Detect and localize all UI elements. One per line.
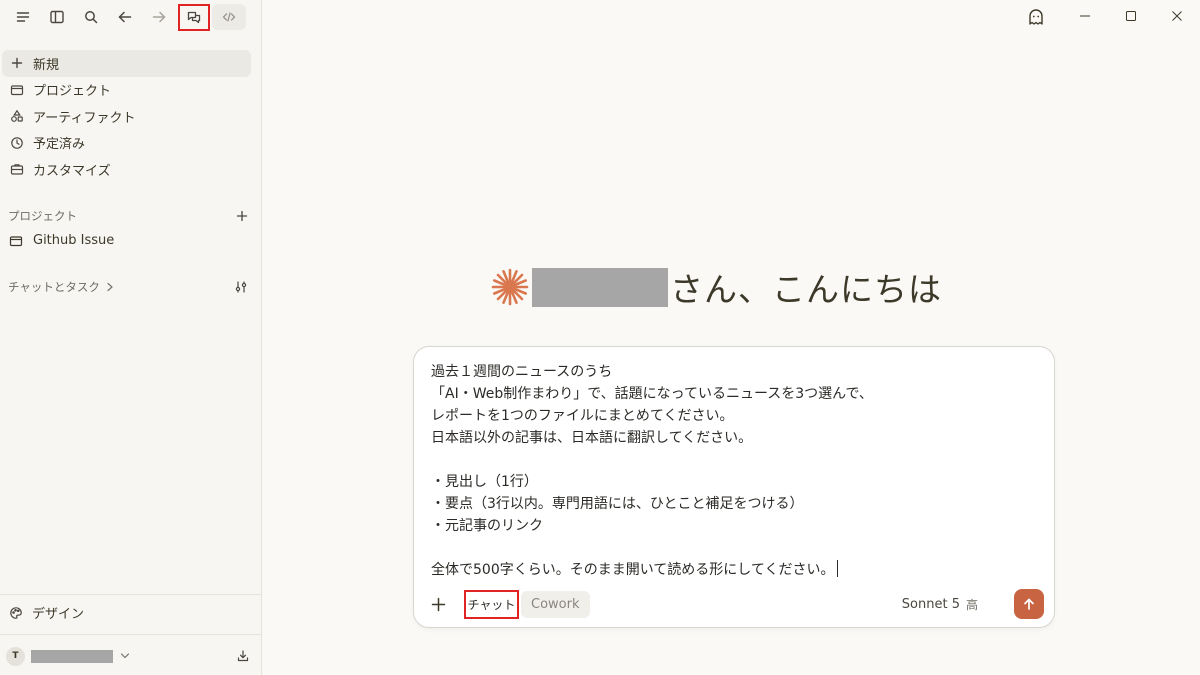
search-button[interactable] [74,3,108,31]
projects-heading: プロジェクト [8,209,77,223]
sidebar-item-new[interactable]: 新規 [2,50,251,77]
sidebar-toggle-button[interactable] [40,3,74,31]
briefcase-icon [9,161,25,177]
back-button[interactable] [108,3,142,31]
sidebar-item-label: プロジェクト [33,84,112,100]
user-menu[interactable]: T [6,645,250,667]
sidebar-item-label: デザイン [32,607,85,622]
chevron-down-icon [120,652,130,660]
project-item-github-issue[interactable]: Github Issue [9,233,114,248]
prompt-line: 「AI・Web制作まわり」で、話題になっているニュースを3つ選んで、 [431,386,873,402]
sidebar-item-label: カスタマイズ [33,163,111,179]
text-caret [837,560,839,577]
chat-mode-button[interactable] [178,3,210,31]
forward-arrow-icon [152,11,166,23]
download-button[interactable] [236,649,250,663]
effort-level: 高 [965,597,978,612]
chat-bubbles-icon [187,11,201,24]
sidebar-toolbar [6,3,246,31]
minimize-icon [1080,15,1090,17]
palette-icon [9,606,25,620]
menu-button[interactable] [6,3,40,31]
projects-section-header: プロジェクト [8,208,248,224]
add-project-button[interactable] [236,210,248,222]
minimize-button[interactable] [1062,0,1108,32]
plus-icon [9,55,25,71]
back-arrow-icon [118,11,132,23]
folder-icon [9,82,25,98]
code-icon [222,12,236,22]
greeting-text: さん、こんにちは [670,270,942,309]
prompt-line [431,537,1041,559]
prompt-line: ・要点（3行以内。専門用語には、ひとこと補足をつける） [431,496,804,512]
prompt-line: 全体で500字くらい。そのまま開いて読める形にしてください。 [431,559,1041,581]
code-mode-button[interactable] [212,4,246,30]
folder-icon [9,234,25,248]
model-selector[interactable]: Sonnet 5 高 [902,596,978,613]
user-name-redacted [532,267,668,307]
close-button[interactable] [1154,0,1200,32]
menu-icon [16,12,30,22]
shapes-icon [9,108,25,124]
maximize-icon [1126,11,1136,21]
mode-cowork-tab[interactable]: Cowork [521,590,590,618]
sidebar-divider [0,634,261,635]
sidebar-item-label: アーティファクト [33,110,136,126]
sidebar-nav: 新規 プロジェクト アーティファクト 予定済み カスタマイズ [2,50,251,183]
attach-button[interactable] [426,592,450,616]
sidebar-item-label: 予定済み [33,137,86,153]
sidebar-item-projects[interactable]: プロジェクト [2,77,251,104]
arrow-up-icon [1024,598,1034,610]
window-controls [1062,0,1200,32]
incognito-button[interactable] [1026,7,1046,31]
plus-icon [236,210,248,222]
chats-section-header: チャットとタスク [8,279,248,295]
sidebar-item-customize[interactable]: カスタマイズ [2,156,251,183]
prompt-line: 過去１週間のニュースのうち [431,364,613,380]
prompt-line: 日本語以外の記事は、日本語に翻訳してください。 [431,430,753,446]
user-name-redacted [31,649,113,663]
chevron-right-icon [107,282,113,292]
chats-heading: チャットとタスク [8,280,100,294]
prompt-line: レポートを1つのファイルにまとめてください。 [431,408,734,424]
sidebar-divider [0,594,261,595]
plus-icon [431,597,445,611]
search-icon [85,11,98,24]
sidebar-toggle-icon [50,10,64,24]
prompt-composer[interactable]: 過去１週間のニュースのうち「AI・Web制作まわり」で、話題になっているニュース… [413,346,1055,628]
ghost-icon [1029,9,1043,25]
sidebar: 新規 プロジェクト アーティファクト 予定済み カスタマイズ プロジェクト Gi… [0,0,262,675]
chats-heading-toggle[interactable]: チャットとタスク [8,279,114,295]
greeting: さん、こんにちは [490,264,942,310]
maximize-button[interactable] [1108,0,1154,32]
close-icon [1172,11,1182,21]
sliders-icon [235,281,247,293]
prompt-line [431,449,1041,471]
prompt-input[interactable]: 過去１週間のニュースのうち「AI・Web制作まわり」で、話題になっているニュース… [431,361,1041,581]
mode-chat-tab[interactable]: チャット [464,589,519,619]
prompt-line: ・元記事のリンク [431,518,543,534]
sidebar-item-label: 新規 [33,57,60,73]
composer-footer: チャット Cowork Sonnet 5 高 [426,589,1044,619]
filter-button[interactable] [234,280,248,294]
project-item-label: Github Issue [33,233,115,248]
clock-icon [9,135,25,151]
sidebar-item-design[interactable]: デザイン [9,603,84,622]
sidebar-item-scheduled[interactable]: 予定済み [2,130,251,157]
download-icon [237,650,249,662]
forward-button[interactable] [142,3,176,31]
prompt-line: ・見出し（1行） [431,474,538,490]
sparkle-logo-icon [491,268,529,306]
avatar: T [6,646,25,666]
model-name: Sonnet 5 [901,596,960,612]
send-button[interactable] [1014,589,1044,619]
sidebar-item-artifacts[interactable]: アーティファクト [2,103,251,130]
